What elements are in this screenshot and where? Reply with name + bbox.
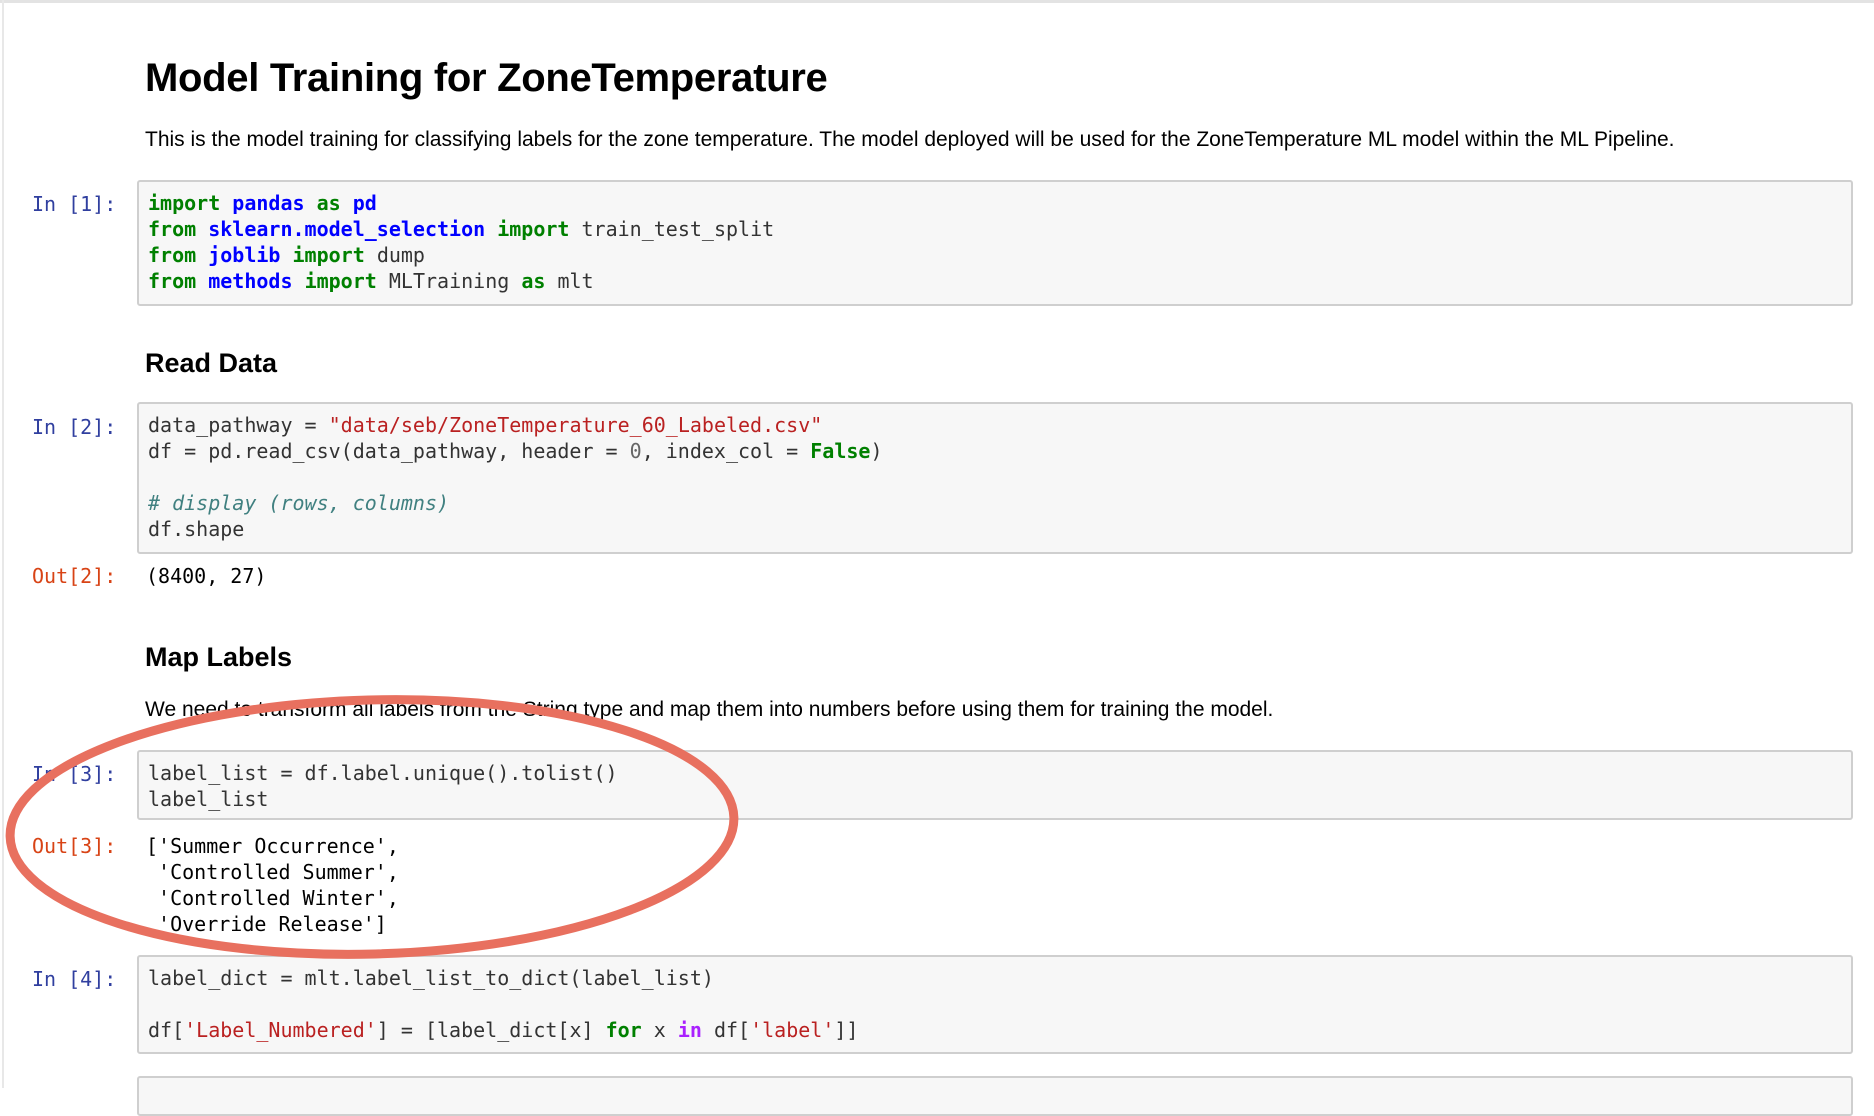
code-cell-3[interactable]: label_list = df.label.unique().tolist() … — [137, 750, 1853, 820]
map-labels-text: We need to transform all labels from the… — [145, 698, 1274, 721]
top-border — [0, 0, 1874, 3]
output-cell-3: ['Summer Occurrence', 'Controlled Summer… — [146, 834, 399, 936]
code-cell-3-source[interactable]: label_list = df.label.unique().tolist() … — [148, 760, 1842, 812]
code-cell-5[interactable] — [137, 1076, 1853, 1116]
code-cell-4-source[interactable]: label_dict = mlt.label_list_to_dict(labe… — [148, 965, 1842, 1043]
left-border — [2, 0, 4, 1088]
in-prompt-3: In [3]: — [32, 762, 117, 786]
section-read-data: Read Data — [145, 348, 278, 378]
code-cell-1[interactable]: import pandas as pd from sklearn.model_s… — [137, 180, 1853, 306]
intro-text: This is the model training for classifyi… — [145, 128, 1675, 151]
out-prompt-3: Out[3]: — [32, 834, 117, 858]
notebook-title: Model Training for ZoneTemperature — [145, 56, 828, 100]
out-prompt-2: Out[2]: — [32, 564, 117, 588]
code-cell-4[interactable]: label_dict = mlt.label_list_to_dict(labe… — [137, 955, 1853, 1054]
code-cell-2[interactable]: data_pathway = "data/seb/ZoneTemperature… — [137, 402, 1853, 554]
output-cell-2: (8400, 27) — [146, 564, 267, 588]
in-prompt-1: In [1]: — [32, 192, 117, 216]
code-cell-1-source[interactable]: import pandas as pd from sklearn.model_s… — [148, 190, 1842, 294]
code-cell-2-source[interactable]: data_pathway = "data/seb/ZoneTemperature… — [148, 412, 1842, 542]
in-prompt-4: In [4]: — [32, 967, 117, 991]
in-prompt-2: In [2]: — [32, 415, 117, 439]
section-map-labels: Map Labels — [145, 642, 293, 672]
